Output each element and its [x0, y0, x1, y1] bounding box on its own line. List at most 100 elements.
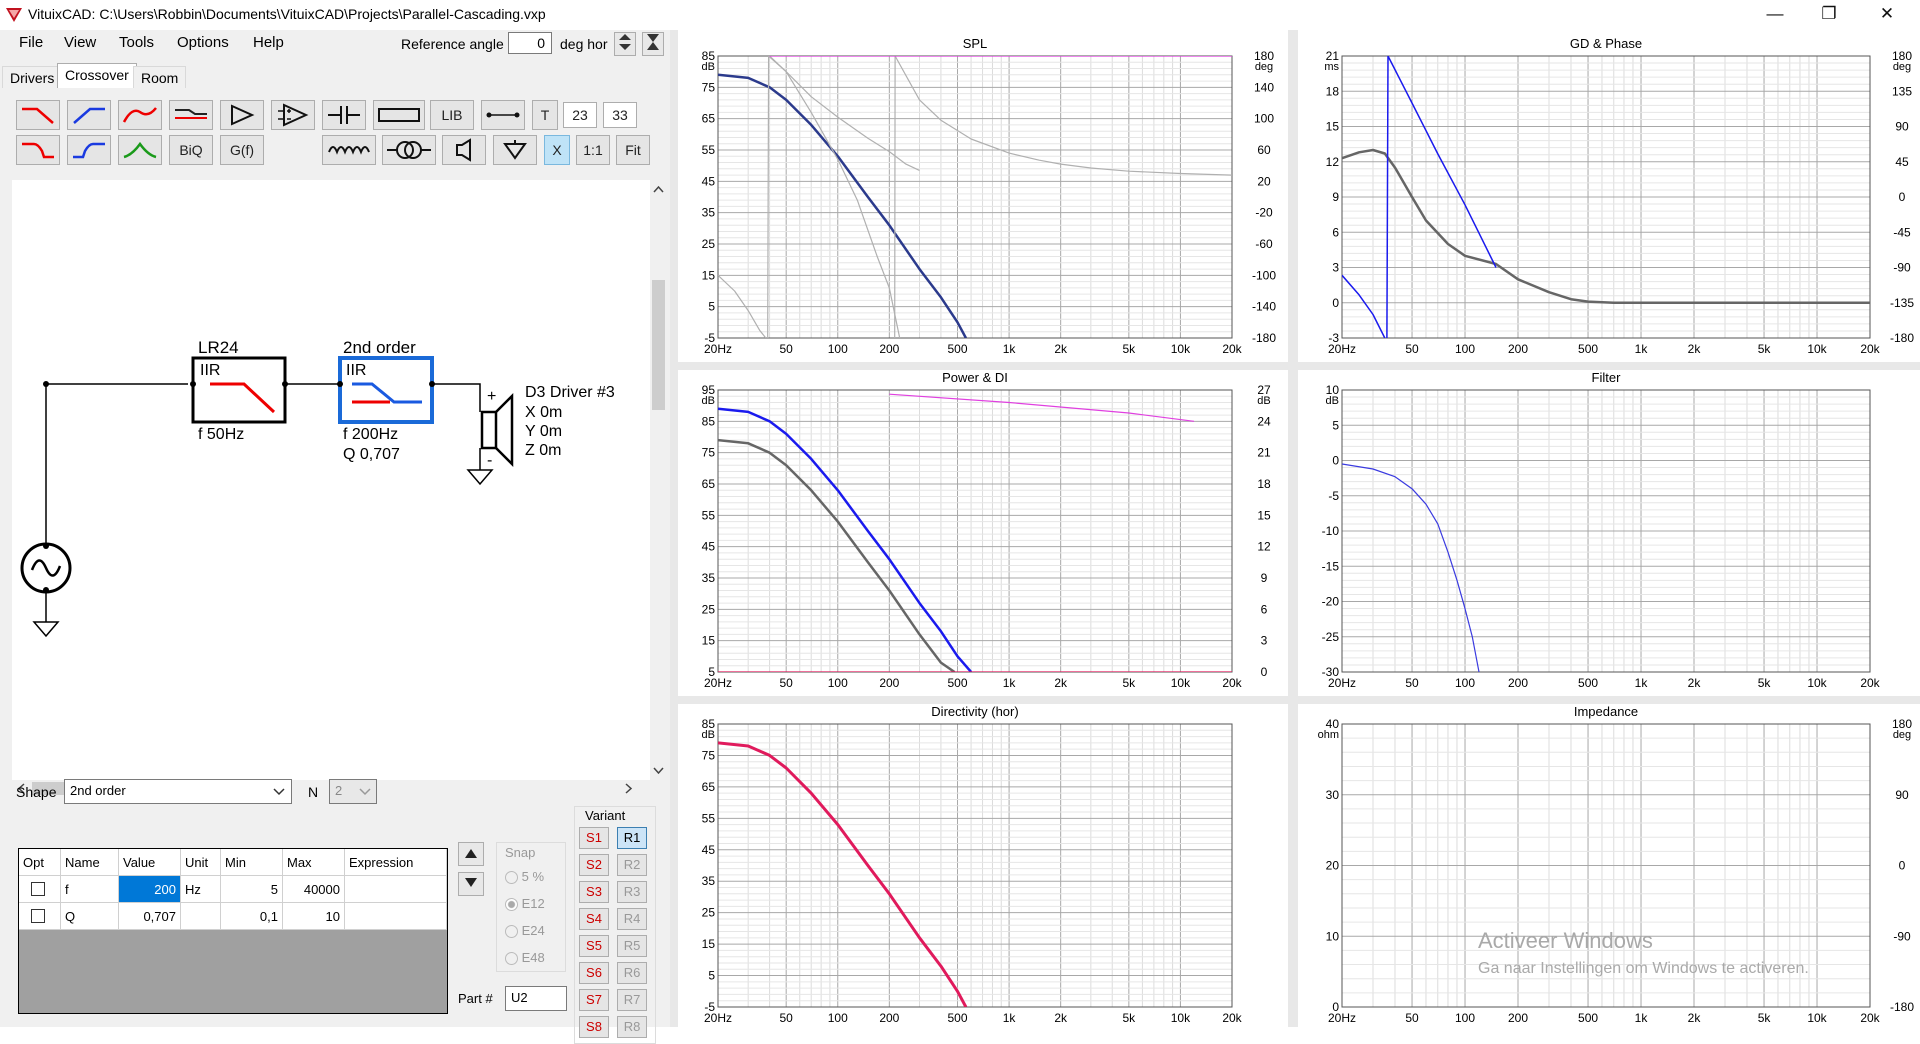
variant-s4-button[interactable]: S4 [579, 908, 609, 930]
x-tick-label: 5k [1123, 1011, 1137, 1025]
spl-chart[interactable]: SPL85756555453525155-5dB1801401006020-20… [678, 30, 1288, 362]
menu-options[interactable]: Options [177, 34, 229, 51]
variant-s6-button[interactable]: S6 [579, 962, 609, 984]
tab-crossover[interactable]: Crossover [57, 63, 137, 88]
chart-splitter-row2[interactable] [678, 696, 1920, 704]
variant-r2-button[interactable]: R2 [617, 854, 647, 876]
gd-phase-chart[interactable]: GD & Phase211815129630-3ms18013590450-45… [1298, 30, 1920, 362]
tab-room[interactable]: Room [133, 66, 187, 88]
driver-button[interactable] [442, 135, 486, 165]
snap-option-e48[interactable]: E48 [505, 950, 545, 966]
param-value-input[interactable]: 0,707 [119, 903, 181, 930]
ground-button[interactable] [493, 135, 537, 165]
library-button[interactable]: LIB [430, 100, 474, 130]
filter-chart[interactable]: Filter1050-5-10-15-20-25-30dB20Hz 50 100 20… [1298, 370, 1920, 696]
directivity-chart[interactable]: Directivity (hor)85756555453525155-5dB20… [678, 704, 1288, 1027]
opt-checkbox-q[interactable] [19, 903, 61, 930]
zoom-1-1-button[interactable]: 1:1 [576, 135, 610, 165]
gain-button[interactable] [220, 100, 264, 130]
pane-splitter[interactable] [670, 30, 678, 1027]
n-select[interactable]: 2 [329, 779, 377, 804]
delete-button[interactable]: X [544, 135, 570, 165]
move-down-button[interactable] [458, 872, 484, 896]
y-tick-label: 0 [1332, 296, 1339, 310]
chart-splitter-row1[interactable] [678, 362, 1920, 370]
y2-tick-label: -45 [1893, 225, 1911, 239]
minimize-button[interactable]: — [1752, 0, 1798, 30]
variant-r5-button[interactable]: R5 [617, 935, 647, 957]
variant-s7-button[interactable]: S7 [579, 989, 609, 1011]
bandpass-green-button[interactable] [118, 135, 162, 165]
param-max-input[interactable]: 40000 [283, 876, 345, 903]
resistor-button[interactable] [373, 100, 425, 130]
vertical-scroll-thumb[interactable] [652, 280, 665, 410]
transformer-button[interactable] [382, 135, 436, 165]
opamp-button[interactable] [271, 100, 315, 130]
table-row[interactable]: f 200 Hz 5 40000 [19, 876, 447, 903]
schematic-vertical-scrollbar[interactable] [650, 180, 667, 780]
y2-tick-label: 100 [1254, 112, 1274, 126]
zoom-fit-button[interactable]: Fit [616, 135, 650, 165]
angle-collapse-button[interactable] [642, 32, 664, 56]
highpass-blue-2-button[interactable] [67, 135, 111, 165]
param-value-input[interactable]: 200 [119, 876, 181, 903]
grid-y-input[interactable]: 33 [603, 102, 637, 128]
reference-angle-input[interactable]: 0 [508, 32, 552, 54]
menu-tools[interactable]: Tools [119, 34, 154, 51]
signal-source-icon[interactable] [20, 542, 72, 594]
driver-x: X 0m [525, 404, 563, 421]
shelf-button[interactable] [169, 100, 213, 130]
schematic-canvas[interactable]: LR24 IIR f 50Hz 2nd order IIR f 200Hz Q … [12, 180, 667, 780]
grid-x-input[interactable]: 23 [563, 102, 597, 128]
param-min-input[interactable]: 0,1 [221, 903, 283, 930]
impedance-chart[interactable]: Impedance403020100ohm180900-90-180deg20H… [1298, 704, 1920, 1027]
x-tick-label: 50 [780, 676, 794, 690]
text-button[interactable]: T [532, 100, 558, 130]
snap-option-e12[interactable]: E12 [505, 896, 545, 912]
variant-s1-button[interactable]: S1 [579, 827, 609, 849]
variant-s5-button[interactable]: S5 [579, 935, 609, 957]
lowpass-red-button[interactable] [16, 100, 60, 130]
variant-r7-button[interactable]: R7 [617, 989, 647, 1011]
variant-r8-button[interactable]: R8 [617, 1016, 647, 1038]
inductor-button[interactable] [322, 135, 376, 165]
close-button[interactable]: ✕ [1864, 0, 1910, 30]
variant-s8-button[interactable]: S8 [579, 1016, 609, 1038]
y-tick-label: 35 [702, 206, 716, 220]
capacitor-button[interactable] [322, 100, 366, 130]
chart-splitter-vertical[interactable] [1288, 30, 1298, 1027]
part-number-input[interactable]: U2 [505, 986, 567, 1011]
variant-r4-button[interactable]: R4 [617, 908, 647, 930]
shape-select[interactable]: 2nd order [64, 779, 292, 804]
menu-view[interactable]: View [64, 34, 96, 51]
power-di-chart[interactable]: Power & DI9585756555453525155dB272421181… [678, 370, 1288, 696]
move-up-button[interactable] [458, 842, 484, 866]
variant-s2-button[interactable]: S2 [579, 854, 609, 876]
wire-button[interactable] [481, 100, 525, 130]
biquad-button[interactable]: BiQ [169, 135, 213, 165]
menu-file[interactable]: File [19, 34, 43, 51]
x-tick-label: 20Hz [1328, 342, 1356, 356]
param-min-input[interactable]: 5 [221, 876, 283, 903]
angle-spin-button[interactable] [614, 32, 636, 56]
highpass-blue-button[interactable] [67, 100, 111, 130]
variant-r6-button[interactable]: R6 [617, 962, 647, 984]
tab-drivers[interactable]: Drivers [2, 66, 63, 88]
param-max-input[interactable]: 10 [283, 903, 345, 930]
variant-r1-button[interactable]: R1 [617, 827, 647, 849]
transfer-function-button[interactable]: G(f) [220, 135, 264, 165]
bandpass-red-button[interactable] [118, 100, 162, 130]
lowpass-red-2-button[interactable] [16, 135, 60, 165]
snap-option-e24[interactable]: E24 [505, 923, 545, 939]
param-expression-input[interactable] [345, 903, 447, 930]
param-expression-input[interactable] [345, 876, 447, 903]
variant-s3-button[interactable]: S3 [579, 881, 609, 903]
variant-r3-button[interactable]: R3 [617, 881, 647, 903]
y-axis-unit: dB [702, 729, 715, 741]
block2-frequency: f 200Hz [343, 426, 399, 443]
snap-option-5pct[interactable]: 5 % [505, 869, 544, 885]
opt-checkbox-f[interactable] [19, 876, 61, 903]
restore-button[interactable]: ❐ [1806, 0, 1852, 30]
menu-help[interactable]: Help [253, 34, 284, 51]
table-row[interactable]: Q 0,707 0,1 10 [19, 903, 447, 930]
